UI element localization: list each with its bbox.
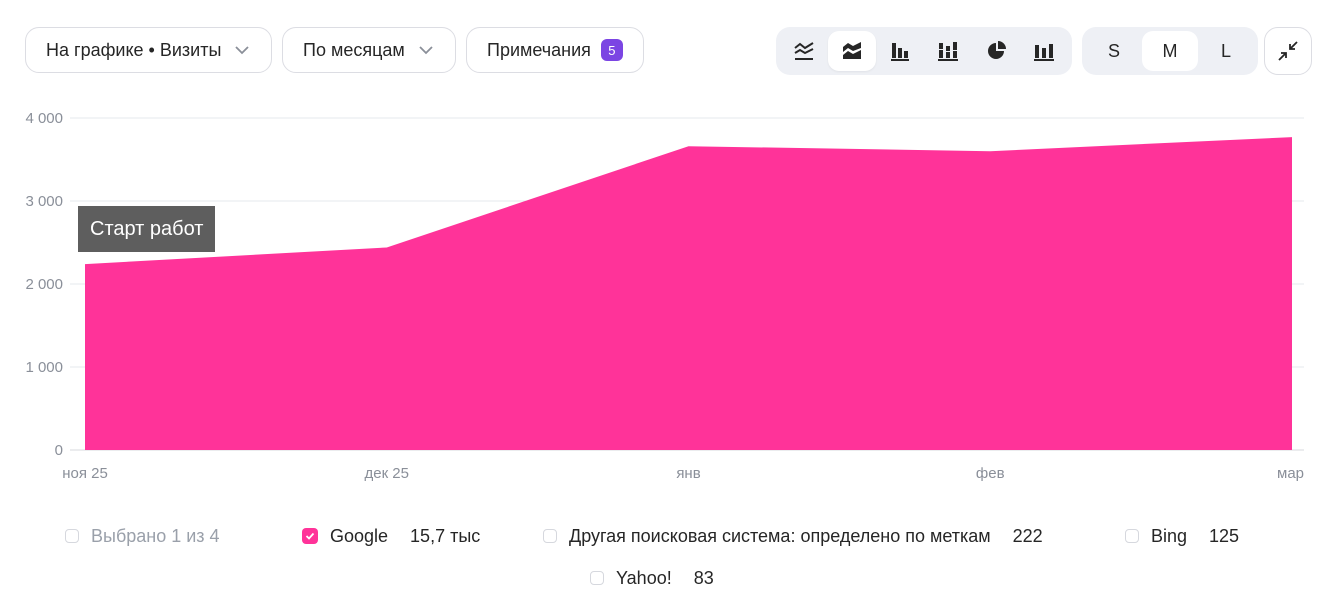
chart-type-stacked-area-button[interactable] bbox=[828, 31, 876, 71]
notes-button-label: Примечания bbox=[487, 39, 591, 60]
notes-button[interactable]: Примечания 5 bbox=[466, 27, 644, 73]
pie-chart-icon bbox=[988, 41, 1006, 59]
x-tick-label: мар bbox=[1277, 465, 1304, 482]
chart-type-switcher bbox=[776, 27, 1072, 75]
legend-checkbox-google[interactable] bbox=[302, 528, 318, 544]
legend-summary-checkbox[interactable] bbox=[65, 529, 79, 543]
legend-summary-label: Выбрано 1 из 4 bbox=[91, 525, 220, 546]
metric-select[interactable]: На графике • Визиты bbox=[25, 27, 273, 73]
size-l-button[interactable]: L bbox=[1198, 31, 1254, 71]
x-tick-label: дек 25 bbox=[364, 465, 409, 482]
legend-checkbox-other-search[interactable] bbox=[543, 529, 557, 543]
y-tick-label: 2 000 bbox=[25, 276, 63, 293]
legend-checkbox-bing[interactable] bbox=[1125, 529, 1139, 543]
metric-select-label: На графике • Визиты bbox=[46, 39, 222, 60]
legend-checkbox-yahoo[interactable] bbox=[590, 571, 604, 585]
legend-value-google: 15,7 тыс bbox=[410, 525, 481, 546]
y-tick-label: 0 bbox=[55, 442, 63, 459]
legend-name-yahoo: Yahoo! bbox=[616, 567, 672, 588]
x-tick-label: фев bbox=[976, 465, 1005, 482]
notes-count-badge: 5 bbox=[600, 39, 623, 61]
visits-area-chart: 0 1 000 2 000 3 000 4 000 ноя 25 дек 25 янв фев м… bbox=[25, 110, 1304, 482]
legend-name-google: Google bbox=[330, 525, 389, 546]
y-tick-label: 4 000 bbox=[25, 110, 63, 127]
legend-value-other-search: 222 bbox=[1012, 525, 1043, 546]
legend-value-yahoo: 83 bbox=[693, 567, 714, 588]
chevron-down-icon bbox=[235, 46, 250, 55]
size-m-button[interactable]: M bbox=[1142, 31, 1198, 71]
legend-item-google[interactable]: Google 15,7 тыс bbox=[302, 524, 480, 548]
chart-type-bar-button[interactable] bbox=[876, 31, 924, 71]
stacked-bar-chart-icon bbox=[938, 42, 958, 61]
size-s-button[interactable]: S bbox=[1086, 31, 1142, 71]
y-tick-label: 1 000 bbox=[25, 359, 63, 376]
legend-name-other-search: Другая поисковая система: определено по … bbox=[569, 525, 991, 546]
series-area-google bbox=[85, 137, 1292, 450]
legend-summary[interactable]: Выбрано 1 из 4 bbox=[65, 524, 220, 548]
stacked-area-chart-icon bbox=[843, 42, 861, 59]
line-chart-icon bbox=[794, 42, 814, 60]
legend-item-yahoo[interactable]: Yahoo! 83 bbox=[590, 566, 714, 590]
chart-type-pie-button[interactable] bbox=[972, 31, 1020, 71]
legend-name-bing: Bing bbox=[1151, 525, 1188, 546]
chevron-down-icon bbox=[419, 46, 433, 55]
column-chart-icon bbox=[1034, 44, 1054, 61]
bar-chart-icon bbox=[891, 43, 909, 61]
collapse-chart-button[interactable] bbox=[1264, 27, 1312, 75]
collapse-icon bbox=[1278, 41, 1298, 61]
legend-item-other-search[interactable]: Другая поисковая система: определено по … bbox=[543, 524, 1043, 548]
y-tick-label: 3 000 bbox=[25, 193, 63, 210]
check-icon bbox=[305, 532, 315, 540]
chart-type-line-button[interactable] bbox=[780, 31, 828, 71]
chart-type-stacked-bar-button[interactable] bbox=[924, 31, 972, 71]
legend-value-bing: 125 bbox=[1209, 525, 1240, 546]
grouping-select-label: По месяцам bbox=[303, 39, 405, 60]
x-tick-label: янв bbox=[676, 465, 700, 482]
chart-toolbar: На графике • Визиты По месяцам Примечани… bbox=[0, 0, 1340, 100]
x-tick-label: ноя 25 bbox=[62, 465, 108, 482]
annotation-label: Старт работ bbox=[78, 206, 216, 252]
chart-size-switcher: S M L bbox=[1082, 27, 1258, 75]
chart-type-column-button[interactable] bbox=[1020, 31, 1068, 71]
legend-item-bing[interactable]: Bing 125 bbox=[1125, 524, 1239, 548]
grouping-select[interactable]: По месяцам bbox=[282, 27, 456, 73]
